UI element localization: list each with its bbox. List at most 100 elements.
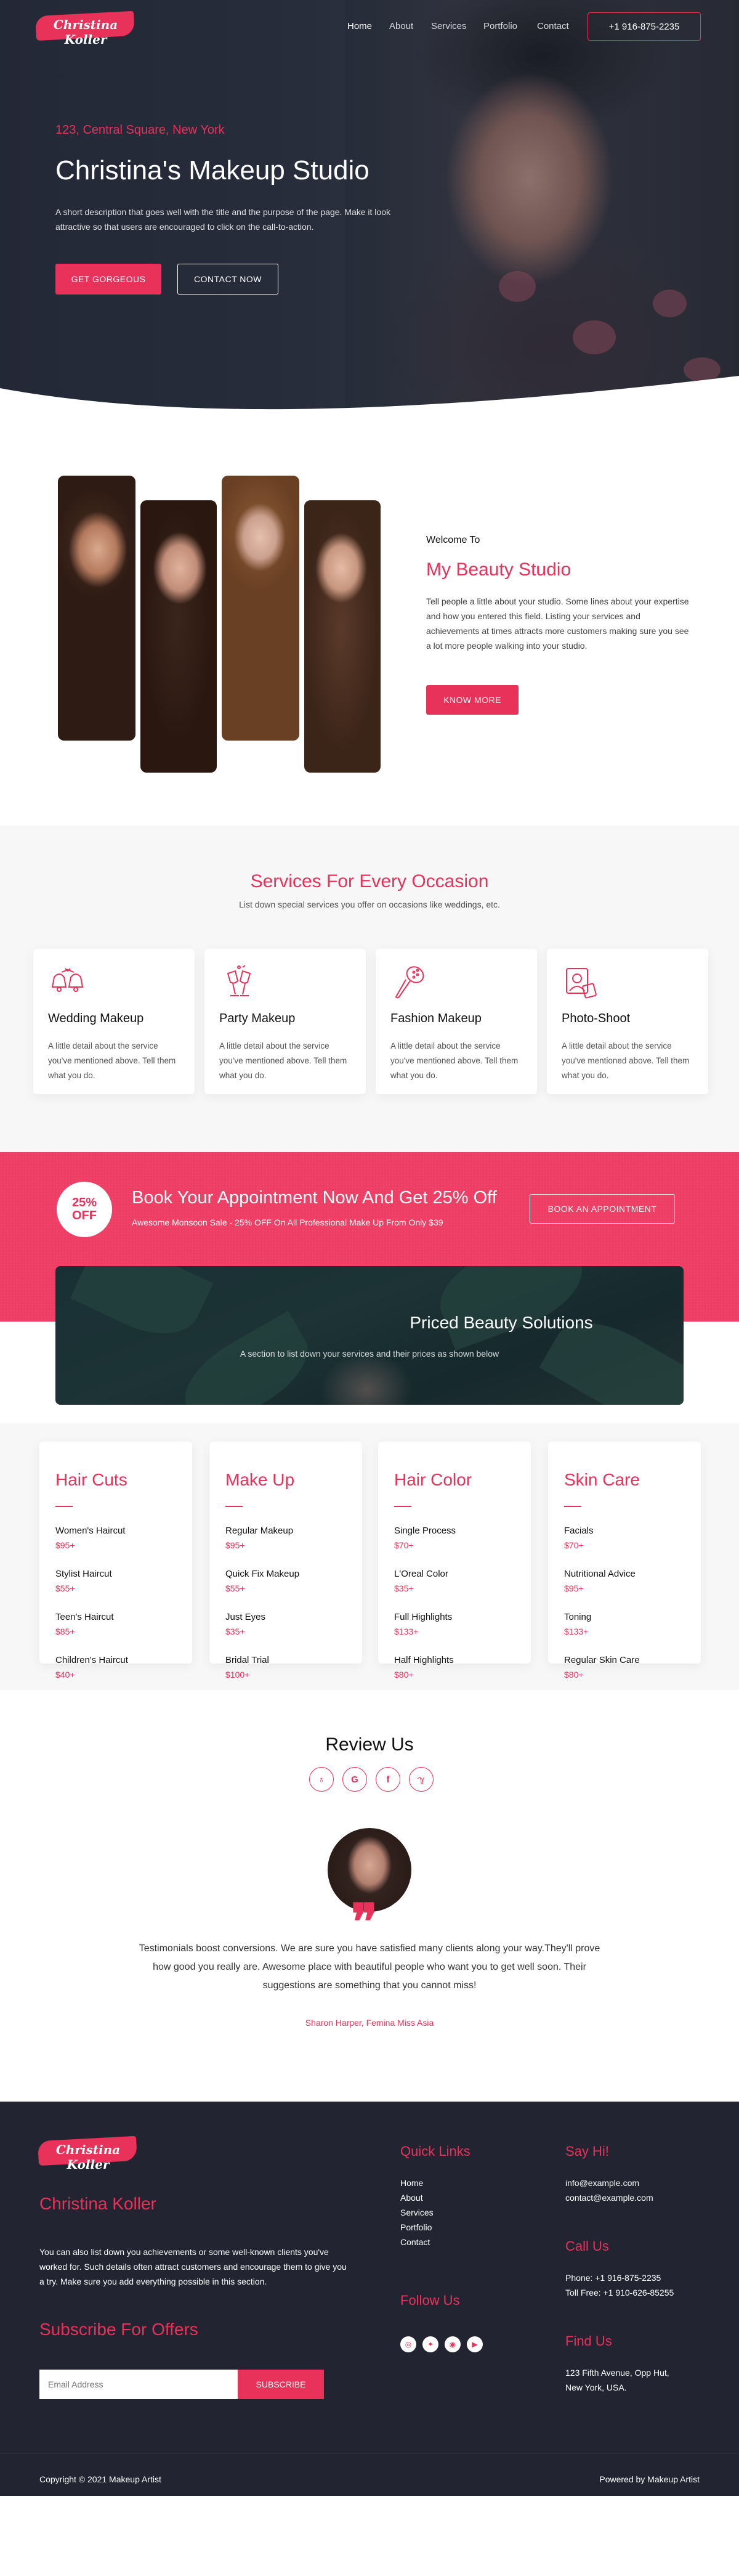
- nav-services-link[interactable]: Services: [431, 21, 467, 31]
- nav-about-link[interactable]: About: [389, 21, 413, 31]
- gallery-image-4: [304, 500, 381, 773]
- hero-description: A short description that goes well with …: [55, 207, 390, 232]
- youtube-icon[interactable]: ▶: [467, 2336, 483, 2352]
- twitter-icon[interactable]: ✦: [422, 2336, 438, 2352]
- contact-now-button[interactable]: CONTACT NOW: [177, 264, 278, 295]
- hero-title: Christina's Makeup Studio: [55, 155, 370, 185]
- price-item: Single Process: [394, 1526, 456, 1536]
- review-author: Sharon Harper, Femina Miss Asia: [305, 2018, 434, 2028]
- price-card-title: Skin Care: [564, 1470, 640, 1489]
- copyright-text: Copyright © 2021 Makeup Artist: [39, 2474, 161, 2484]
- price-value: $133+: [564, 1627, 589, 1636]
- footer-link-contact[interactable]: Contact: [400, 2237, 430, 2247]
- tripadvisor-icon[interactable]: ♁: [309, 1767, 334, 1792]
- powered-by-text: Powered by Makeup Artist: [599, 2474, 700, 2484]
- footer-email-info[interactable]: info@example.com: [565, 2178, 639, 2188]
- service-card-text: A little detail about the service you've…: [219, 1041, 347, 1080]
- price-card-hair-color: Hair Color Single Process $70+ L'Oreal Co…: [378, 1442, 531, 1680]
- services-subtitle: List down special services you offer on …: [239, 900, 500, 909]
- footer-link-services[interactable]: Services: [400, 2208, 434, 2217]
- booking-title: Book Your Appointment Now And Get 25% Of…: [132, 1188, 497, 1208]
- service-card-wedding[interactable]: Wedding Makeup A little detail about the…: [33, 949, 195, 1094]
- photo-portrait-icon: [566, 968, 597, 999]
- subscribe-title: Subscribe For Offers: [39, 2320, 198, 2339]
- nav-portfolio-link[interactable]: Portfolio: [483, 21, 517, 31]
- price-value: $80+: [564, 1670, 584, 1680]
- site-footer: Christina Koller Christina Koller You ca…: [0, 2102, 739, 2496]
- service-card-party[interactable]: Party Makeup A little detail about the s…: [204, 949, 366, 1094]
- footer-phone[interactable]: Phone: +1 916-875-2235: [565, 2273, 661, 2283]
- call-us-title: Call Us: [565, 2238, 609, 2254]
- price-item: Facials: [564, 1526, 594, 1536]
- about-text: Tell people a little about your studio. …: [426, 596, 689, 651]
- badge-percent: 25%: [71, 1196, 97, 1209]
- google-icon[interactable]: G: [342, 1767, 367, 1792]
- service-card-title: Party Makeup: [219, 1012, 296, 1025]
- services-section: Services For Every Occasion List down sp…: [0, 826, 739, 1152]
- service-card-title: Photo-Shoot: [562, 1012, 631, 1025]
- service-card-photoshoot[interactable]: Photo-Shoot A little detail about the se…: [547, 949, 708, 1094]
- price-card-title: Hair Color: [394, 1470, 472, 1489]
- service-card-fashion[interactable]: Fashion Makeup A little detail about the…: [376, 949, 537, 1094]
- price-card-make-up: Make Up Regular Makeup $95+ Quick Fix Mak…: [209, 1442, 362, 1680]
- email-field[interactable]: [39, 2370, 238, 2399]
- about-welcome-label: Welcome To: [426, 535, 480, 545]
- service-card-text: A little detail about the service you've…: [562, 1041, 690, 1080]
- price-item: Teen's Haircut: [55, 1612, 114, 1622]
- know-more-button[interactable]: KNOW MORE: [426, 685, 519, 715]
- services-title: Services For Every Occasion: [250, 871, 489, 892]
- footer-toll-free[interactable]: Toll Free: +1 910-626-85255: [565, 2288, 674, 2298]
- book-appointment-button[interactable]: BOOK AN APPOINTMENT: [530, 1194, 675, 1224]
- price-value: $70+: [564, 1540, 584, 1550]
- price-item: Nutritional Advice: [564, 1569, 636, 1579]
- facebook-icon[interactable]: f: [376, 1767, 400, 1792]
- footer-link-about[interactable]: About: [400, 2193, 423, 2203]
- instagram-icon[interactable]: ◎: [400, 2336, 416, 2352]
- price-item: Regular Makeup: [225, 1526, 294, 1536]
- price-item: Full Highlights: [394, 1612, 453, 1622]
- get-gorgeous-button[interactable]: GET GORGEOUS: [55, 264, 161, 295]
- price-value: $95+: [564, 1583, 584, 1593]
- footer-address-line1: 123 Fifth Avenue, Opp Hut,: [565, 2368, 669, 2378]
- gallery-image-1: [58, 476, 135, 741]
- price-value: $85+: [55, 1627, 75, 1636]
- discount-badge: 25% OFF: [57, 1182, 112, 1237]
- nav-home-link[interactable]: Home: [347, 21, 372, 31]
- about-title: My Beauty Studio: [426, 559, 571, 580]
- footer-email-contact[interactable]: contact@example.com: [565, 2193, 653, 2203]
- nav-phone-button[interactable]: +1 916-875-2235: [588, 12, 701, 41]
- footer-link-portfolio[interactable]: Portfolio: [400, 2222, 432, 2232]
- champagne-glasses-icon: [227, 965, 251, 996]
- nav-contact-link[interactable]: Contact: [537, 21, 569, 31]
- price-value: $55+: [55, 1583, 75, 1593]
- price-card-hair-cuts: Hair Cuts Women's Haircut $95+ Stylist Ha…: [39, 1442, 192, 1680]
- about-section: Welcome To My Beauty Studio Tell people …: [0, 413, 739, 826]
- review-section: Review Us ♁ G f ℽ ❞ Testimonials boost c…: [0, 1690, 739, 2102]
- price-value: $95+: [225, 1540, 245, 1550]
- subscribe-button[interactable]: SUBSCRIBE: [238, 2370, 324, 2399]
- site-logo[interactable]: Christina Koller: [39, 17, 132, 47]
- price-value: $80+: [394, 1670, 414, 1680]
- footer-address-line2: New York, USA.: [565, 2383, 627, 2392]
- pricing-subtitle: A section to list down your services and…: [240, 1349, 499, 1359]
- price-item: Women's Haircut: [55, 1526, 126, 1536]
- price-card-title: Hair Cuts: [55, 1470, 127, 1489]
- yelp-icon[interactable]: ℽ: [409, 1767, 434, 1792]
- price-value: $35+: [225, 1627, 245, 1636]
- price-card-title: Make Up: [225, 1470, 295, 1489]
- review-text: Testimonials boost conversions. We are s…: [139, 1943, 600, 1991]
- follow-title: Follow Us: [400, 2293, 460, 2308]
- quote-mark-icon: ❞: [351, 1893, 378, 1951]
- price-item: Just Eyes: [225, 1612, 266, 1622]
- badge-off: OFF: [72, 1209, 97, 1222]
- gallery-image-3: [222, 476, 299, 741]
- instagram-alt-icon[interactable]: ◉: [445, 2336, 461, 2352]
- footer-about-text: You can also list down you achievements …: [39, 2247, 347, 2286]
- footer-link-home[interactable]: Home: [400, 2178, 423, 2188]
- wedding-bells-icon: [51, 968, 84, 992]
- review-title: Review Us: [325, 1734, 414, 1755]
- service-card-title: Wedding Makeup: [48, 1012, 144, 1025]
- find-us-title: Find Us: [565, 2333, 612, 2349]
- hairbrush-icon: [395, 966, 424, 999]
- footer-logo[interactable]: Christina Koller: [42, 2142, 134, 2172]
